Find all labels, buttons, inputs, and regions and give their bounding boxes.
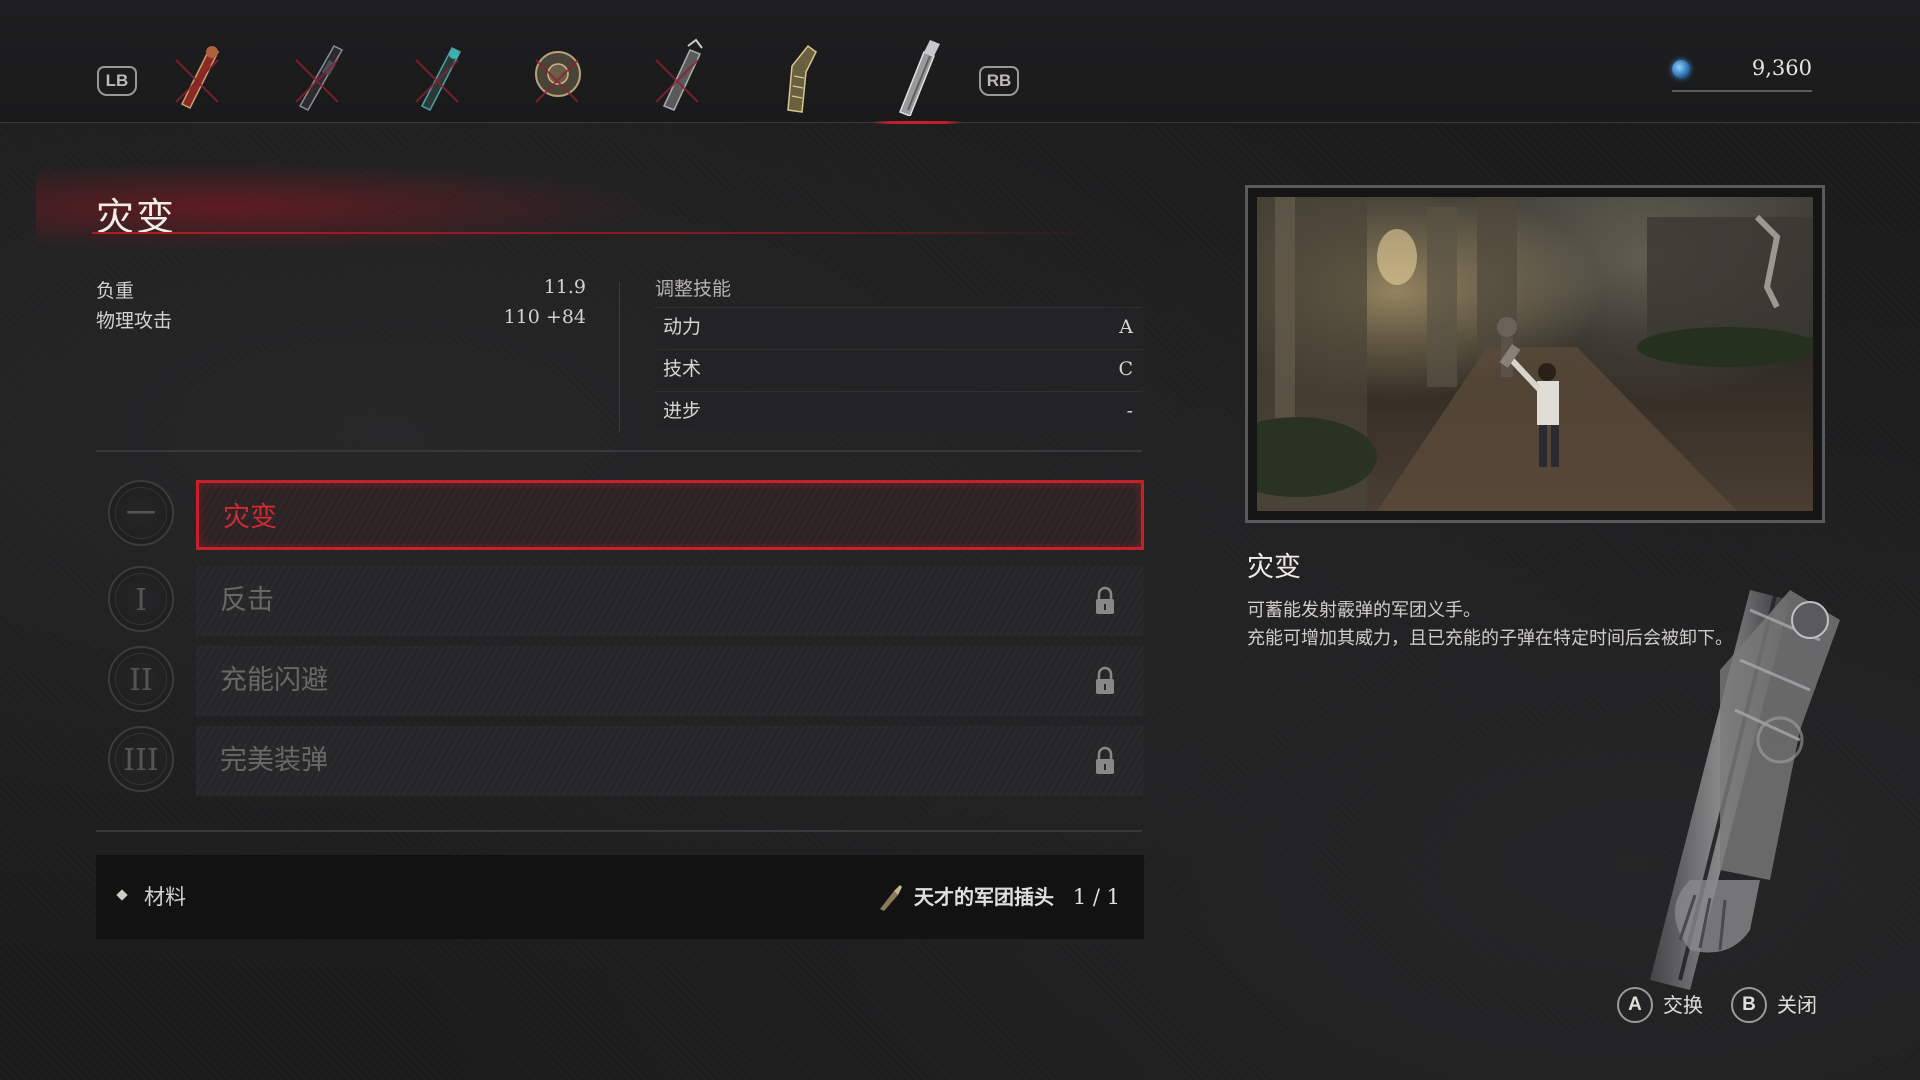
swap-label: 交换 — [1663, 993, 1703, 1017]
crossed-rifle-arm-icon — [295, 45, 344, 111]
stats-divider — [619, 282, 620, 432]
materials-label: 材料 — [144, 885, 186, 909]
crossed-flame-arm-icon — [415, 46, 462, 112]
skill-row[interactable]: I 反击 — [108, 566, 1144, 636]
rb-bumper-button[interactable]: RB — [979, 66, 1019, 96]
section-divider — [96, 450, 1142, 452]
scaling-label: 技术 — [663, 358, 702, 380]
skill-preview-frame — [1245, 185, 1825, 523]
skill-name: 灾变 — [223, 502, 277, 533]
a-button-icon: A — [1617, 987, 1653, 1023]
skill-tier-medal: I — [108, 566, 174, 632]
scaling-label: 进步 — [663, 400, 702, 422]
skill-slot[interactable]: 完美装弹 — [196, 726, 1144, 796]
currency-display: 9,360 — [1672, 56, 1812, 92]
currency-amount: 9,360 — [1751, 56, 1812, 80]
detail-description-line: 可蓄能发射霰弹的军团义手。 — [1247, 600, 1481, 621]
scaling-grade: C — [1118, 358, 1133, 380]
scaling-header: 调整技能 — [655, 278, 732, 300]
skill-row[interactable]: III 完美装弹 — [108, 726, 1144, 796]
gauntlet-arm-icon — [787, 44, 817, 113]
skill-preview-video — [1257, 197, 1813, 511]
materials-panel: 材料 天才的军团插头 1 / 1 — [96, 855, 1144, 939]
shotgun-arm-icon — [899, 40, 940, 117]
scaling-label: 动力 — [663, 316, 702, 338]
crossed-shield-arm-icon — [535, 51, 581, 103]
skill-name: 反击 — [220, 585, 274, 616]
weapon-tab-3[interactable] — [392, 36, 482, 122]
skill-name: 完美装弹 — [220, 745, 328, 776]
stat-value: 110 +84 — [503, 306, 586, 328]
skill-row[interactable]: 一 灾变 — [108, 480, 1144, 550]
shotgun-arm-illustration — [1650, 590, 1840, 990]
stat-label: 负重 — [96, 280, 135, 302]
diamond-bullet-icon — [116, 889, 128, 901]
stat-value: 11.9 — [543, 276, 586, 298]
scaling-row-technique: 技术 C — [655, 349, 1143, 388]
scaling-row-motivity: 动力 A — [655, 307, 1143, 346]
weapon-tab-4[interactable] — [512, 36, 602, 122]
crossed-claw-arm-icon — [655, 38, 703, 111]
skill-slot[interactable]: 灾变 — [196, 480, 1144, 550]
weapon-category-bar: LB RB 9,360 — [0, 0, 1920, 124]
weapon-tab-5[interactable] — [632, 36, 722, 122]
stat-weight: 负重 11.9 — [96, 276, 586, 303]
close-label: 关闭 — [1777, 993, 1817, 1017]
crossed-fire-arm-icon — [175, 46, 220, 110]
title-underline — [92, 232, 1102, 234]
skill-slot[interactable]: 反击 — [196, 566, 1144, 636]
weapon-tab-2[interactable] — [272, 36, 362, 122]
lock-icon — [1096, 666, 1114, 694]
material-count: 1 / 1 — [1072, 885, 1120, 909]
lock-icon — [1096, 746, 1114, 774]
weapon-tab-7[interactable] — [872, 36, 962, 124]
scaling-row-advance: 进步 - — [655, 391, 1143, 430]
skill-row[interactable]: II 充能闪避 — [108, 646, 1144, 716]
skill-tier-medal: II — [108, 646, 174, 712]
skill-slot[interactable]: 充能闪避 — [196, 646, 1144, 716]
lock-icon — [1096, 586, 1114, 614]
b-button-icon: B — [1731, 987, 1767, 1023]
weapon-tab-6[interactable] — [752, 36, 842, 122]
skill-name: 充能闪避 — [220, 665, 328, 696]
detail-title: 灾变 — [1247, 552, 1301, 583]
stat-physical-attack: 物理攻击 110 +84 — [96, 306, 586, 333]
scaling-grade: - — [1126, 400, 1133, 422]
weapon-title-section: 灾变 — [36, 162, 1106, 252]
legion-plug-icon — [880, 885, 902, 911]
section-divider — [96, 830, 1142, 832]
weapon-tab-1[interactable] — [152, 36, 242, 122]
material-item-name: 天才的军团插头 — [914, 885, 1054, 909]
skill-tier-medal: III — [108, 726, 174, 792]
lb-bumper-button[interactable]: LB — [97, 66, 137, 96]
scaling-grade: A — [1119, 316, 1133, 338]
ergo-gem-icon — [1672, 60, 1690, 78]
stat-label: 物理攻击 — [96, 310, 173, 332]
skill-tier-medal: 一 — [108, 480, 174, 546]
